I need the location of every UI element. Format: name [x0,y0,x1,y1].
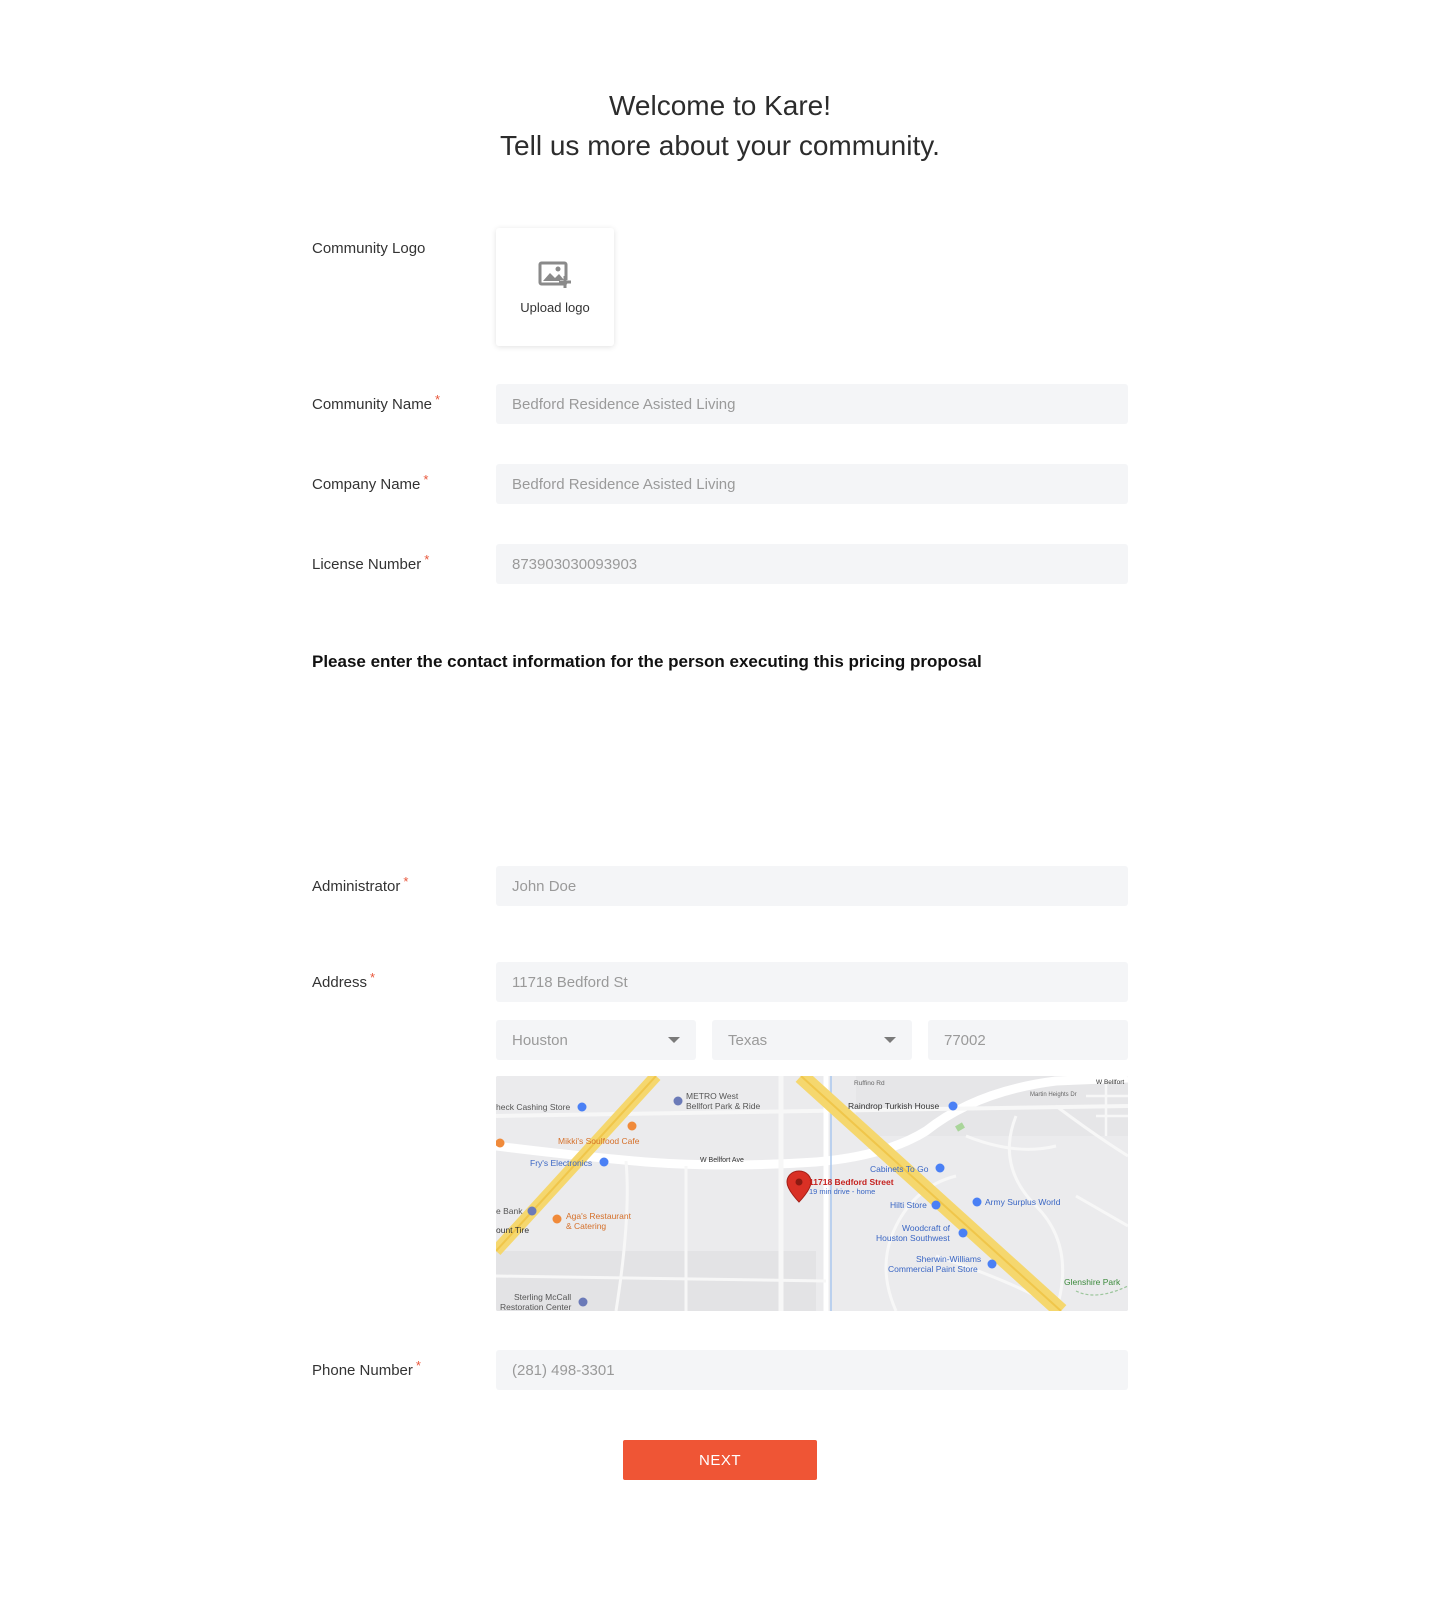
page-title: Welcome to Kare! Tell us more about your… [0,86,1440,166]
page-title-line1: Welcome to Kare! [608,90,832,121]
address-label: Address * [312,970,376,991]
required-mark: * [403,874,409,889]
administrator-label: Administrator * [312,874,409,895]
zip-code-input[interactable] [928,1020,1128,1060]
required-mark: * [370,970,376,985]
map-label: Raindrop Turkish House [848,1101,939,1111]
map-label: Martin Heights Dr [1030,1092,1077,1098]
community-name-input[interactable] [496,384,1128,424]
map-label: Army Surplus World [985,1197,1061,1207]
map-label: W Bellfort [1096,1079,1124,1086]
address-map[interactable]: heck Cashing Store METRO West Bellfort P… [496,1076,1128,1311]
map-label: Mikki's Soulfood Cafe [558,1136,640,1146]
company-name-input[interactable] [496,464,1128,504]
map-label: Commercial Paint Store [888,1264,978,1274]
map-label: METRO West [686,1091,739,1101]
upload-logo-label: Upload logo [520,299,590,315]
map-label: ount Tire [496,1225,529,1235]
required-mark: * [424,552,430,567]
next-button[interactable]: NEXT [623,1440,817,1480]
map-label: W Bellfort Ave [700,1157,744,1164]
phone-number-label: Phone Number * [312,1358,421,1379]
city-select[interactable]: Houston [496,1020,696,1060]
map-label: Sterling McCall [514,1292,571,1302]
contact-info-note: Please enter the contact information for… [312,652,982,671]
required-mark: * [415,1358,421,1373]
map-pin-subtitle: 19 min drive - home [809,1187,875,1196]
state-select[interactable]: Texas [712,1020,912,1060]
map-label: heck Cashing Store [496,1102,570,1112]
map-label: e Bank [496,1206,523,1216]
map-label: Aga's Restaurant [566,1211,632,1221]
required-mark: * [423,472,429,487]
map-label: Sherwin-Williams [916,1254,981,1264]
street-address-input[interactable] [496,962,1128,1002]
page-title-line2: Tell us more about your community. [500,130,940,161]
map-canvas[interactable]: heck Cashing Store METRO West Bellfort P… [496,1076,1128,1311]
community-logo-label: Community Logo [312,240,426,257]
map-label: Fry's Electronics [530,1158,592,1168]
phone-number-input[interactable] [496,1350,1128,1390]
administrator-input[interactable] [496,866,1128,906]
city-select-value: Houston [512,1031,568,1049]
license-number-input[interactable] [496,544,1128,584]
map-label: Houston Southwest [876,1233,950,1243]
upload-logo-button[interactable]: Upload logo [496,228,614,346]
community-name-label: Community Name * [312,392,441,413]
map-label: Hilti Store [890,1200,927,1210]
map-label: Bellfort Park & Ride [686,1101,760,1111]
image-add-icon [538,261,571,288]
map-label: Restoration Center [500,1302,572,1311]
map-label: Woodcraft of [902,1223,951,1233]
chevron-down-icon [884,1037,896,1043]
license-number-label: License Number * [312,552,430,573]
company-name-label: Company Name * [312,472,429,493]
map-label: Glenshire Park [1064,1277,1121,1287]
required-mark: * [435,392,441,407]
chevron-down-icon [668,1037,680,1043]
map-label: Ruffino Rd [854,1080,885,1087]
map-pin-title: 11718 Bedford Street [809,1177,894,1187]
map-label: Cabinets To Go [870,1164,929,1174]
state-select-value: Texas [728,1031,768,1049]
map-label: & Catering [566,1221,606,1231]
